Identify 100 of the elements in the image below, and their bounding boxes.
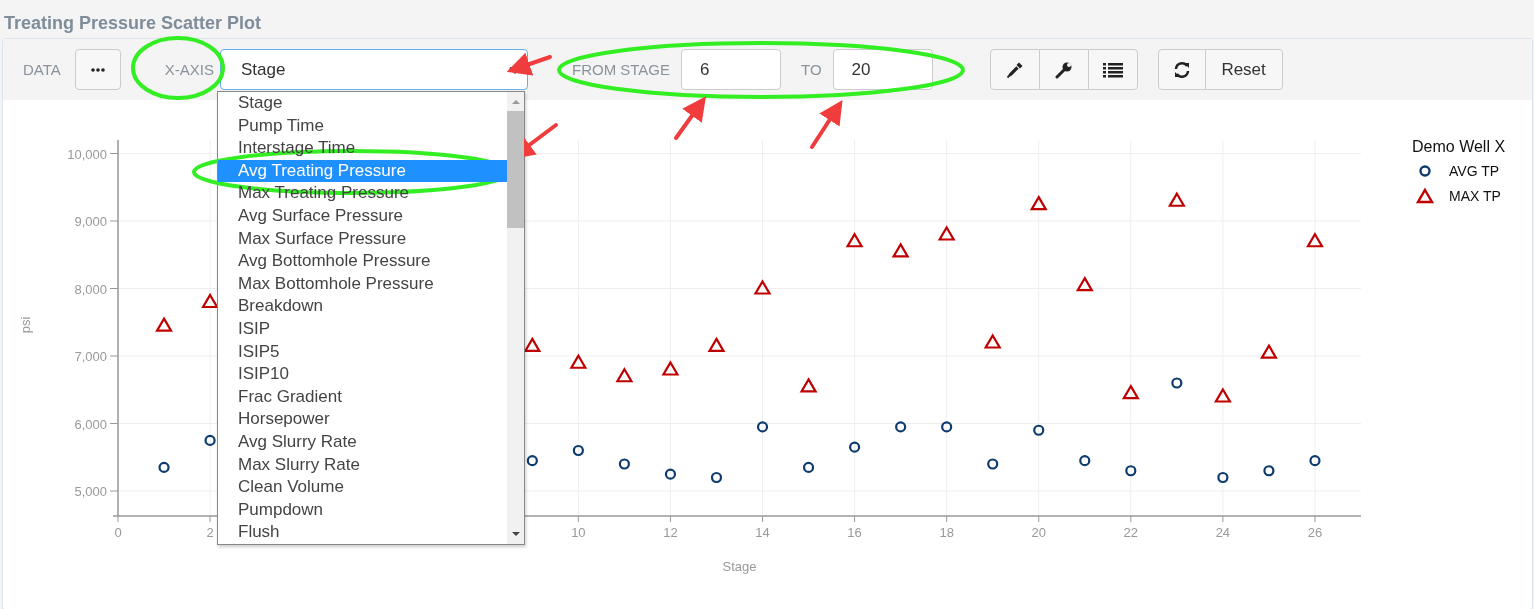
refresh-button[interactable] xyxy=(1157,49,1206,90)
triangle-marker xyxy=(1167,191,1186,207)
triangle-marker xyxy=(983,333,1002,349)
legend-label: MAX TP xyxy=(1449,188,1501,204)
triangle-marker xyxy=(201,292,219,309)
circle-marker xyxy=(710,471,723,484)
from-stage-label: FROM STAGE xyxy=(571,61,671,78)
x-tick-label: 26 xyxy=(1307,525,1323,540)
circle-marker xyxy=(849,441,861,453)
y-tick-label: 8,000 xyxy=(74,281,107,297)
circle-marker xyxy=(664,468,677,480)
wrench-button[interactable] xyxy=(1038,49,1089,90)
circle-marker xyxy=(1263,465,1275,477)
dropdown-option[interactable]: Flush xyxy=(218,521,507,544)
x-tick-label: 16 xyxy=(847,525,862,540)
x-tick-label: 2 xyxy=(206,525,214,540)
x-tick-label: 0 xyxy=(114,525,122,540)
x-tick-label: 14 xyxy=(755,525,770,540)
y-tick-label: 6,000 xyxy=(74,416,107,432)
page-title: Treating Pressure Scatter Plot xyxy=(3,12,263,35)
x-tick-label: 18 xyxy=(939,525,954,540)
x-tick-label: 20 xyxy=(1031,525,1046,540)
y-tick-label: 5,000 xyxy=(74,484,107,499)
dropdown-option[interactable]: Frac Gradient xyxy=(218,385,507,409)
triangle-marker xyxy=(845,232,864,248)
dropdown-option[interactable]: Horsepower xyxy=(218,408,507,431)
circle-marker xyxy=(1309,455,1321,467)
dropdown-option[interactable]: Avg Bottomhole Pressure xyxy=(218,250,507,273)
dropdown-option[interactable]: Breakdown xyxy=(218,295,507,318)
circle-marker xyxy=(1079,455,1091,467)
circle-marker xyxy=(987,458,999,470)
dropdown-option[interactable]: Max Surface Pressure xyxy=(218,227,507,251)
triangle-marker xyxy=(569,353,588,369)
legend-label: AVG TP xyxy=(1449,163,1500,179)
circle-marker xyxy=(802,461,815,473)
scrollbar[interactable] xyxy=(507,92,524,544)
refresh-icon xyxy=(1172,60,1191,79)
y-axis-title: psi xyxy=(18,316,33,334)
wrench-icon xyxy=(1054,60,1073,79)
more-icon xyxy=(90,67,105,72)
circle-marker xyxy=(204,434,216,446)
annotation-arrow xyxy=(506,52,552,76)
reset-button[interactable]: Reset xyxy=(1204,49,1283,90)
annotation-arrow xyxy=(674,96,706,140)
from-stage-field[interactable]: 6 xyxy=(681,49,782,90)
data-label: DATA xyxy=(23,61,61,78)
triangle-marker xyxy=(1121,383,1140,400)
triangle-marker xyxy=(1029,194,1048,211)
x-tick-label: 22 xyxy=(1123,525,1139,540)
dropdown-option[interactable]: Avg Slurry Rate xyxy=(218,430,507,454)
circle-marker xyxy=(526,455,538,467)
circle-marker xyxy=(756,421,769,433)
dropdown-option[interactable]: Pump Time xyxy=(218,114,507,138)
eyedropper-icon xyxy=(1005,60,1024,79)
dropdown-option[interactable]: Max Slurry Rate xyxy=(218,453,507,477)
triangle-marker xyxy=(661,360,680,376)
dropdown-option[interactable]: Stage xyxy=(218,92,507,115)
dropdown-option[interactable]: Avg Surface Pressure xyxy=(218,204,507,228)
circle-marker xyxy=(618,458,630,470)
scrollbar-thumb[interactable] xyxy=(507,111,524,228)
legend-title: Demo Well X xyxy=(1412,138,1506,155)
triangle-marker xyxy=(799,377,818,393)
circle-marker xyxy=(1217,471,1229,484)
triangle-marker xyxy=(615,367,634,383)
circle-marker xyxy=(1125,465,1137,477)
eyedropper-button[interactable] xyxy=(989,49,1040,90)
circle-marker xyxy=(941,421,953,433)
to-stage-field[interactable]: 20 xyxy=(832,49,933,90)
list-icon xyxy=(1102,61,1123,78)
annotation-arrow xyxy=(810,99,843,149)
triangle-marker xyxy=(1260,343,1278,359)
dropdown-option[interactable]: ISIP5 xyxy=(218,340,507,364)
dropdown-option[interactable]: Max Bottomhole Pressure xyxy=(218,272,507,296)
circle-marker xyxy=(895,421,907,433)
dropdown-option[interactable]: Clean Volume xyxy=(218,476,507,499)
y-tick-label: 7,000 xyxy=(74,349,107,364)
dropdown-option[interactable]: ISIP xyxy=(218,317,507,341)
y-tick-label: 9,000 xyxy=(74,214,107,229)
triangle-marker xyxy=(155,316,173,332)
circle-marker xyxy=(1033,424,1045,436)
circle-marker xyxy=(158,461,170,473)
x-tick-label: 12 xyxy=(663,525,678,540)
x-tick-label: 10 xyxy=(571,525,586,540)
triangle-marker xyxy=(753,279,772,295)
triangle-marker xyxy=(707,336,726,352)
list-button[interactable] xyxy=(1087,49,1138,90)
triangle-marker xyxy=(1075,275,1094,292)
to-stage-label: TO xyxy=(801,61,822,78)
dropdown-option[interactable]: Pumpdown xyxy=(218,498,507,522)
triangle-marker xyxy=(523,336,542,352)
dropdown-option[interactable]: ISIP10 xyxy=(218,363,507,386)
x-axis-title: Stage xyxy=(722,559,757,574)
x-tick-label: 24 xyxy=(1215,525,1231,540)
x-axis-label: X-AXIS xyxy=(164,61,214,78)
triangle-marker xyxy=(891,242,910,258)
triangle-marker xyxy=(937,225,956,241)
circle-marker xyxy=(572,444,584,457)
triangle-marker xyxy=(1213,387,1232,403)
scroll-down-icon xyxy=(510,531,521,537)
y-tick-label: 10,000 xyxy=(67,146,107,162)
